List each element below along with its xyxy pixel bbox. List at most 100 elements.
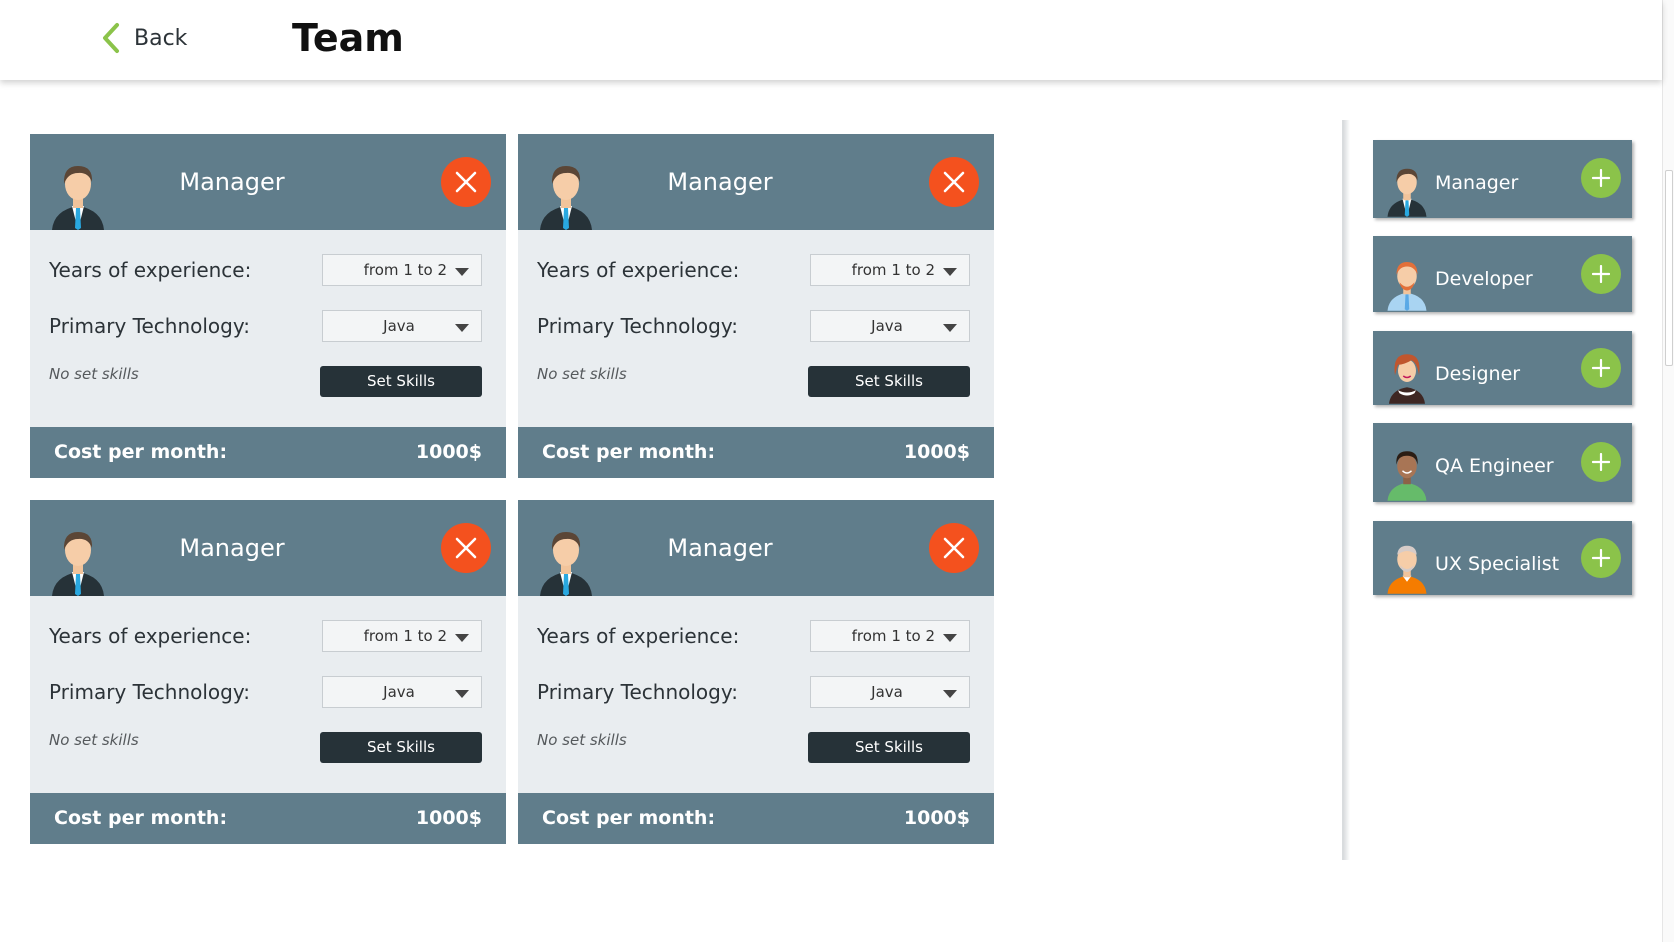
plus-icon xyxy=(1592,265,1610,283)
add-designer-button[interactable] xyxy=(1581,348,1621,388)
qa-engineer-avatar-icon xyxy=(1387,451,1427,501)
remove-member-button[interactable] xyxy=(929,523,979,573)
sidebar-divider xyxy=(1342,120,1350,860)
experience-label: Years of experience: xyxy=(537,624,740,648)
no-skills-text: No set skills xyxy=(537,731,627,749)
role-item-designer[interactable]: Designer xyxy=(1373,331,1632,405)
remove-member-button[interactable] xyxy=(929,157,979,207)
no-skills-text: No set skills xyxy=(537,365,627,383)
ux-specialist-avatar-icon xyxy=(1387,545,1427,594)
experience-label: Years of experience: xyxy=(49,258,252,282)
card-footer: Cost per month: 1000$ xyxy=(518,427,994,478)
caret-down-icon xyxy=(455,268,469,276)
caret-down-icon xyxy=(943,634,957,642)
technology-value: Java xyxy=(871,317,903,335)
technology-label: Primary Technology: xyxy=(49,314,250,338)
no-skills-text: No set skills xyxy=(49,365,139,383)
technology-value: Java xyxy=(383,683,415,701)
technology-label: Primary Technology: xyxy=(537,680,738,704)
technology-value: Java xyxy=(383,317,415,335)
add-qa-engineer-button[interactable] xyxy=(1581,442,1621,482)
set-skills-button[interactable]: Set Skills xyxy=(808,732,970,763)
role-item-developer[interactable]: Developer xyxy=(1373,236,1632,312)
role-label: Manager xyxy=(1435,172,1519,194)
technology-select[interactable]: Java xyxy=(810,310,970,342)
add-developer-button[interactable] xyxy=(1581,254,1621,294)
developer-avatar-icon xyxy=(1387,262,1427,311)
experience-label: Years of experience: xyxy=(537,258,740,282)
cost-label: Cost per month: xyxy=(542,807,716,829)
team-member-card: Manager Years of experience: from 1 to 2… xyxy=(518,134,994,478)
cost-label: Cost per month: xyxy=(542,441,716,463)
cost-label: Cost per month: xyxy=(54,441,228,463)
team-member-card: Manager Years of experience: from 1 to 2… xyxy=(30,500,506,844)
technology-value: Java xyxy=(871,683,903,701)
experience-select[interactable]: from 1 to 2 xyxy=(810,620,970,652)
role-item-qa-engineer[interactable]: QA Engineer xyxy=(1373,423,1632,502)
set-skills-button[interactable]: Set Skills xyxy=(808,366,970,397)
remove-member-button[interactable] xyxy=(441,157,491,207)
role-label: Developer xyxy=(1435,268,1533,290)
experience-select[interactable]: from 1 to 2 xyxy=(322,254,482,286)
set-skills-button[interactable]: Set Skills xyxy=(320,366,482,397)
role-label: UX Specialist xyxy=(1435,553,1560,575)
card-role-title: Manager xyxy=(179,168,285,196)
card-header: Manager xyxy=(518,500,994,596)
scrollbar-thumb[interactable] xyxy=(1665,170,1673,366)
cost-value: 1000$ xyxy=(903,441,970,463)
team-member-card: Manager Years of experience: from 1 to 2… xyxy=(518,500,994,844)
technology-label: Primary Technology: xyxy=(49,680,250,704)
plus-icon xyxy=(1592,453,1610,471)
experience-value: from 1 to 2 xyxy=(851,627,935,645)
plus-icon xyxy=(1592,169,1610,187)
cost-value: 1000$ xyxy=(415,441,482,463)
card-footer: Cost per month: 1000$ xyxy=(30,793,506,844)
caret-down-icon xyxy=(943,324,957,332)
role-item-ux-specialist[interactable]: UX Specialist xyxy=(1373,521,1632,595)
card-header: Manager xyxy=(30,134,506,230)
technology-select[interactable]: Java xyxy=(322,310,482,342)
manager-avatar-icon xyxy=(1387,168,1427,217)
page-title: Team xyxy=(292,16,404,60)
card-footer: Cost per month: 1000$ xyxy=(30,427,506,478)
role-label: Designer xyxy=(1435,363,1521,385)
experience-select[interactable]: from 1 to 2 xyxy=(810,254,970,286)
role-label: QA Engineer xyxy=(1435,455,1554,477)
cost-label: Cost per month: xyxy=(54,807,228,829)
close-icon xyxy=(943,171,965,193)
vertical-scrollbar[interactable] xyxy=(1662,0,1674,942)
experience-value: from 1 to 2 xyxy=(851,261,935,279)
technology-select[interactable]: Java xyxy=(322,676,482,708)
card-role-title: Manager xyxy=(667,168,773,196)
caret-down-icon xyxy=(455,690,469,698)
no-skills-text: No set skills xyxy=(49,731,139,749)
chevron-left-icon xyxy=(103,23,119,53)
role-item-manager[interactable]: Manager xyxy=(1373,140,1632,218)
plus-icon xyxy=(1592,549,1610,567)
experience-value: from 1 to 2 xyxy=(363,627,447,645)
card-role-title: Manager xyxy=(667,534,773,562)
card-role-title: Manager xyxy=(179,534,285,562)
close-icon xyxy=(455,171,477,193)
team-member-card: Manager Years of experience: from 1 to 2… xyxy=(30,134,506,478)
caret-down-icon xyxy=(943,268,957,276)
card-header: Manager xyxy=(518,134,994,230)
experience-select[interactable]: from 1 to 2 xyxy=(322,620,482,652)
back-label: Back xyxy=(134,25,188,51)
card-footer: Cost per month: 1000$ xyxy=(518,793,994,844)
add-ux-specialist-button[interactable] xyxy=(1581,538,1621,578)
add-manager-button[interactable] xyxy=(1581,158,1621,198)
set-skills-button[interactable]: Set Skills xyxy=(320,732,482,763)
designer-avatar-icon xyxy=(1389,354,1425,404)
technology-label: Primary Technology: xyxy=(537,314,738,338)
close-icon xyxy=(455,537,477,559)
technology-select[interactable]: Java xyxy=(810,676,970,708)
remove-member-button[interactable] xyxy=(441,523,491,573)
experience-label: Years of experience: xyxy=(49,624,252,648)
card-header: Manager xyxy=(30,500,506,596)
experience-value: from 1 to 2 xyxy=(363,261,447,279)
plus-icon xyxy=(1592,359,1610,377)
cost-value: 1000$ xyxy=(903,807,970,829)
close-icon xyxy=(943,537,965,559)
back-button[interactable]: Back xyxy=(100,22,187,54)
